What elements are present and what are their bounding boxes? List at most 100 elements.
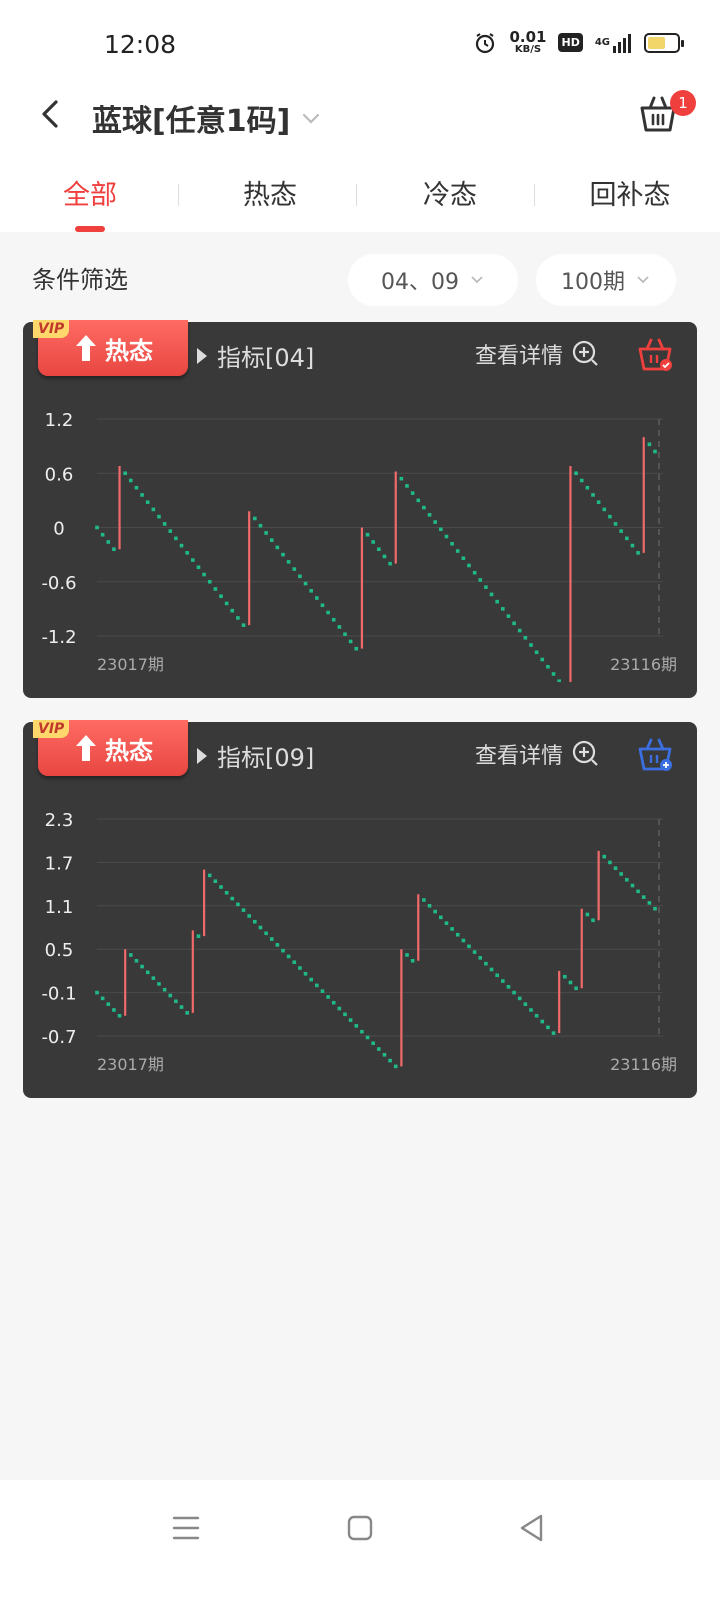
y-tick-label: -0.6: [41, 573, 76, 594]
home-icon[interactable]: [340, 1508, 380, 1548]
tab-hot[interactable]: 热态: [180, 160, 360, 232]
play-triangle-icon: [197, 347, 207, 364]
tab-rebound-label: 回补态: [589, 180, 671, 211]
step-point: [196, 934, 201, 938]
view-detail-button[interactable]: 查看详情: [475, 738, 601, 770]
step-point: [608, 514, 612, 519]
indicator-label[interactable]: 指标[04]: [197, 338, 314, 373]
y-tick-label: -1.2: [41, 627, 76, 648]
step-point: [191, 558, 195, 562]
up-arrow-icon: [76, 335, 96, 361]
step-point: [286, 560, 291, 564]
step-point: [230, 608, 235, 613]
step-point: [365, 532, 370, 537]
step-point: [151, 507, 156, 512]
step-point: [613, 522, 618, 526]
step-point: [540, 657, 545, 662]
step-point: [157, 982, 161, 986]
step-point: [478, 578, 483, 582]
step-point: [467, 563, 471, 568]
step-point: [636, 551, 640, 555]
period-filter-select[interactable]: 100期: [536, 254, 676, 306]
indicator-label[interactable]: 指标[09]: [197, 738, 314, 773]
step-point: [202, 572, 206, 577]
step-point: [427, 513, 432, 517]
step-point: [253, 516, 257, 521]
back-triangle-icon[interactable]: [512, 1508, 552, 1548]
step-point: [523, 1002, 528, 1006]
step-point: [269, 538, 274, 542]
step-point: [450, 541, 454, 546]
indicator-chart: 1.2 0.6 0 -0.6 -1.2 23017期 23116期: [41, 410, 677, 682]
step-point: [484, 961, 488, 966]
step-point: [264, 931, 268, 936]
view-detail-button[interactable]: 查看详情: [475, 338, 601, 370]
step-point: [292, 960, 297, 965]
vip-tag: VIP: [33, 320, 70, 338]
step-point: [591, 918, 595, 923]
step-point: [236, 616, 240, 620]
step-point: [140, 964, 144, 969]
net-speed: 0.01 KB/S: [509, 30, 546, 55]
basket-added-icon[interactable]: [637, 336, 673, 372]
step-point: [455, 549, 460, 553]
step-point: [602, 507, 607, 512]
basket-add-icon[interactable]: [637, 736, 673, 772]
step-point: [501, 979, 505, 983]
step-point: [281, 552, 285, 557]
x-start-label: 23017期: [97, 655, 164, 674]
step-point: [416, 498, 421, 503]
tab-rebound[interactable]: 回补态: [540, 160, 720, 232]
indicator-chart: 2.3 1.7 1.1 0.5 -0.1 -0.7 23017期 23116期: [41, 810, 677, 1074]
step-point: [275, 545, 280, 550]
step-point: [529, 643, 533, 647]
step-point: [478, 956, 483, 960]
step-point: [630, 883, 635, 888]
step-point: [179, 543, 184, 548]
step-point: [540, 1019, 545, 1024]
step-point: [145, 500, 150, 504]
tab-bar: 全部 热态 冷态 回补态: [0, 160, 720, 232]
step-point: [298, 574, 302, 579]
step-point: [275, 943, 280, 947]
step-point: [506, 614, 511, 618]
cart-count-badge: 1: [670, 90, 696, 116]
back-arrow-icon[interactable]: [32, 94, 72, 134]
net-speed-value: 0.01: [509, 28, 547, 46]
step-point: [641, 895, 646, 899]
step-point: [388, 561, 392, 566]
step-point: [106, 1002, 111, 1006]
tab-divider: [534, 184, 535, 206]
tab-cold-label: 冷态: [423, 180, 477, 211]
menu-icon[interactable]: [166, 1508, 206, 1548]
step-point: [309, 977, 313, 982]
number-filter-value: 04、09: [381, 270, 459, 295]
tab-all[interactable]: 全部: [0, 160, 180, 232]
filter-label: 条件筛选: [32, 266, 128, 294]
step-point: [450, 927, 454, 931]
step-point: [377, 1047, 381, 1051]
x-start-label: 23017期: [97, 1055, 164, 1074]
system-nav-bar: [0, 1480, 720, 1600]
step-point: [495, 973, 499, 978]
page-title-dropdown[interactable]: 蓝球[任意1码]: [92, 96, 322, 140]
indicator-text: 指标[04]: [217, 344, 315, 372]
step-point: [168, 993, 173, 998]
step-point: [292, 567, 297, 571]
step-point: [129, 953, 133, 957]
step-point: [207, 579, 212, 584]
tab-divider: [178, 184, 179, 206]
tab-cold[interactable]: 冷态: [360, 160, 540, 232]
y-tick-label: 0: [53, 519, 64, 540]
step-point: [405, 953, 409, 957]
step-point: [354, 1024, 359, 1028]
step-point: [224, 890, 229, 895]
step-point: [574, 986, 578, 991]
step-point: [337, 625, 342, 629]
play-triangle-icon: [197, 747, 207, 764]
step-point: [343, 632, 347, 636]
step-point: [512, 990, 516, 995]
period-filter-value: 100期: [561, 270, 625, 295]
number-filter-select[interactable]: 04、09: [348, 254, 518, 306]
step-point: [100, 996, 105, 1001]
